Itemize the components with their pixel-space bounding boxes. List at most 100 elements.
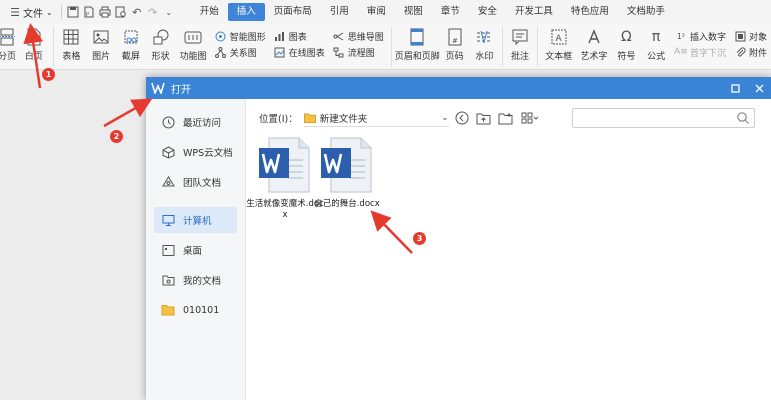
shape-label: 形状 (151, 52, 170, 62)
blank-page-icon (23, 27, 45, 47)
tab-featured-apps[interactable]: 特色应用 (562, 3, 618, 21)
sidebar-item-desktop[interactable]: 桌面 (154, 237, 237, 263)
shape-icon (150, 27, 172, 47)
table-label: 表格 (62, 52, 81, 62)
formula-label: 公式 (647, 52, 666, 62)
sidebar-item-label: WPS云文档 (183, 148, 233, 159)
text-box-button[interactable]: A 文本框 (541, 24, 576, 70)
save-icon[interactable] (65, 4, 81, 20)
function-chart-icon (182, 27, 204, 47)
print-preview-icon[interactable] (113, 4, 129, 20)
smart-graphic-button[interactable]: 智能图形 (215, 30, 266, 43)
sidebar-item-label: 010101 (183, 304, 220, 316)
svg-text:#: # (452, 37, 458, 45)
up-folder-icon[interactable] (475, 109, 493, 127)
blank-page-button[interactable]: 白页 (18, 24, 50, 70)
chevron-down-icon: ⌄ (441, 112, 449, 123)
sidebar-item-folder-010101[interactable]: 010101 (154, 297, 237, 323)
number-icon: 1² (676, 31, 686, 41)
watermark-label: 水印 (475, 52, 494, 62)
new-folder-icon[interactable] (497, 109, 515, 127)
shape-button[interactable]: 形状 (146, 24, 176, 70)
header-footer-button[interactable]: 页眉和页脚 (395, 24, 440, 70)
attachment-button[interactable]: 附件 (734, 46, 767, 59)
online-chart-button[interactable]: 在线图表 (274, 46, 325, 59)
cube-icon (160, 144, 176, 160)
first-letter-sink-button: A≡ 首字下沉 (674, 46, 726, 59)
symbol-label: 符号 (617, 52, 636, 62)
flow-chart-label: 流程图 (347, 48, 375, 59)
mind-map-button[interactable]: 思维导图 (333, 30, 384, 43)
tab-section[interactable]: 章节 (432, 3, 469, 21)
page-break-icon (0, 27, 18, 47)
chevron-down-icon: ⌄ (46, 7, 53, 17)
tab-security[interactable]: 安全 (469, 3, 506, 21)
dialog-sidebar: 最近访问 WPS云文档 团队文档 计算机 桌面 我的文档 010101 (146, 99, 246, 400)
tab-home[interactable]: 开始 (191, 3, 228, 21)
omega-icon: Ω (621, 29, 632, 45)
word-doc-icon (321, 137, 372, 193)
annotation-badge-2: 2 (110, 130, 123, 143)
flow-chart-button[interactable]: 流程图 (333, 46, 384, 59)
location-label: 位置(I)： (259, 114, 298, 125)
output-pdf-icon[interactable]: P (81, 4, 97, 20)
tab-developer[interactable]: 开发工具 (506, 3, 562, 21)
first-letter-sink-label: 首字下沉 (689, 48, 726, 59)
redo-icon[interactable]: ↷ (145, 4, 161, 20)
maximize-button[interactable] (723, 77, 747, 99)
symbol-button[interactable]: Ω 符号 (612, 24, 642, 70)
header-footer-icon (406, 27, 428, 47)
tab-page-layout[interactable]: 页面布局 (265, 3, 321, 21)
comment-button[interactable]: 批注 (506, 24, 534, 70)
mind-map-icon (333, 30, 345, 42)
tab-references[interactable]: 引用 (321, 3, 358, 21)
folder-icon (160, 302, 176, 318)
sidebar-item-label: 我的文档 (183, 276, 222, 287)
chart-small-group: 智能图形 关系图 (211, 24, 270, 64)
tab-insert[interactable]: 插入 (227, 3, 265, 21)
attachment-label: 附件 (749, 48, 768, 59)
insert-number-button[interactable]: 1² 插入数字 (675, 30, 726, 43)
word-art-label: 艺术字 (580, 52, 608, 62)
scissors-icon (120, 27, 142, 47)
object-button[interactable]: 对象 (734, 30, 767, 43)
page-number-button[interactable]: # 页码 (440, 24, 470, 70)
close-button[interactable] (747, 77, 771, 99)
table-button[interactable]: 表格 (57, 24, 87, 70)
watermark-button[interactable]: 水印 (469, 24, 499, 70)
formula-button[interactable]: π 公式 (641, 24, 671, 70)
tab-view[interactable]: 视图 (395, 3, 432, 21)
view-mode-icon[interactable] (519, 109, 541, 127)
screenshot-button[interactable]: 截屏 (116, 24, 146, 70)
pi-icon: π (651, 29, 661, 45)
tab-doc-assistant[interactable]: 文档助手 (618, 3, 674, 21)
chart-button[interactable]: 图表 (274, 30, 325, 43)
undo-icon[interactable]: ↶ (129, 4, 145, 20)
page-break-button[interactable]: 分页 (0, 24, 18, 70)
object-label: 对象 (749, 32, 768, 43)
file-item[interactable]: 自己的舞台.docx (307, 136, 387, 210)
print-icon[interactable] (97, 4, 113, 20)
search-input[interactable] (572, 108, 755, 128)
location-dropdown[interactable]: 新建文件夹 ⌄ (303, 109, 449, 127)
computer-icon (160, 212, 176, 228)
word-art-button[interactable]: 艺术字 (576, 24, 611, 70)
sidebar-item-computer[interactable]: 计算机 (154, 207, 237, 233)
relation-chart-button[interactable]: 关系图 (215, 46, 266, 59)
sidebar-item-label: 最近访问 (183, 118, 222, 129)
more-chevron-icon[interactable]: ⌄ (161, 4, 177, 20)
page-break-label: 分页 (0, 52, 16, 62)
page-number-label: 页码 (445, 52, 464, 62)
tab-review[interactable]: 审阅 (358, 3, 395, 21)
watermark-icon (473, 27, 495, 47)
picture-button[interactable]: 图片 (86, 24, 116, 70)
annotation-arrow-2 (103, 98, 153, 128)
file-menu-button[interactable]: ☰ 文件 ⌄ (2, 0, 58, 24)
sidebar-item-team-docs[interactable]: 团队文档 (154, 169, 237, 195)
search-icon (737, 112, 749, 124)
sidebar-item-my-documents[interactable]: 我的文档 (154, 267, 237, 293)
function-chart-button[interactable]: 功能图 (175, 24, 210, 70)
sidebar-item-wps-cloud[interactable]: WPS云文档 (154, 139, 237, 165)
sidebar-item-recent[interactable]: 最近访问 (154, 109, 237, 135)
back-icon[interactable] (453, 109, 471, 127)
